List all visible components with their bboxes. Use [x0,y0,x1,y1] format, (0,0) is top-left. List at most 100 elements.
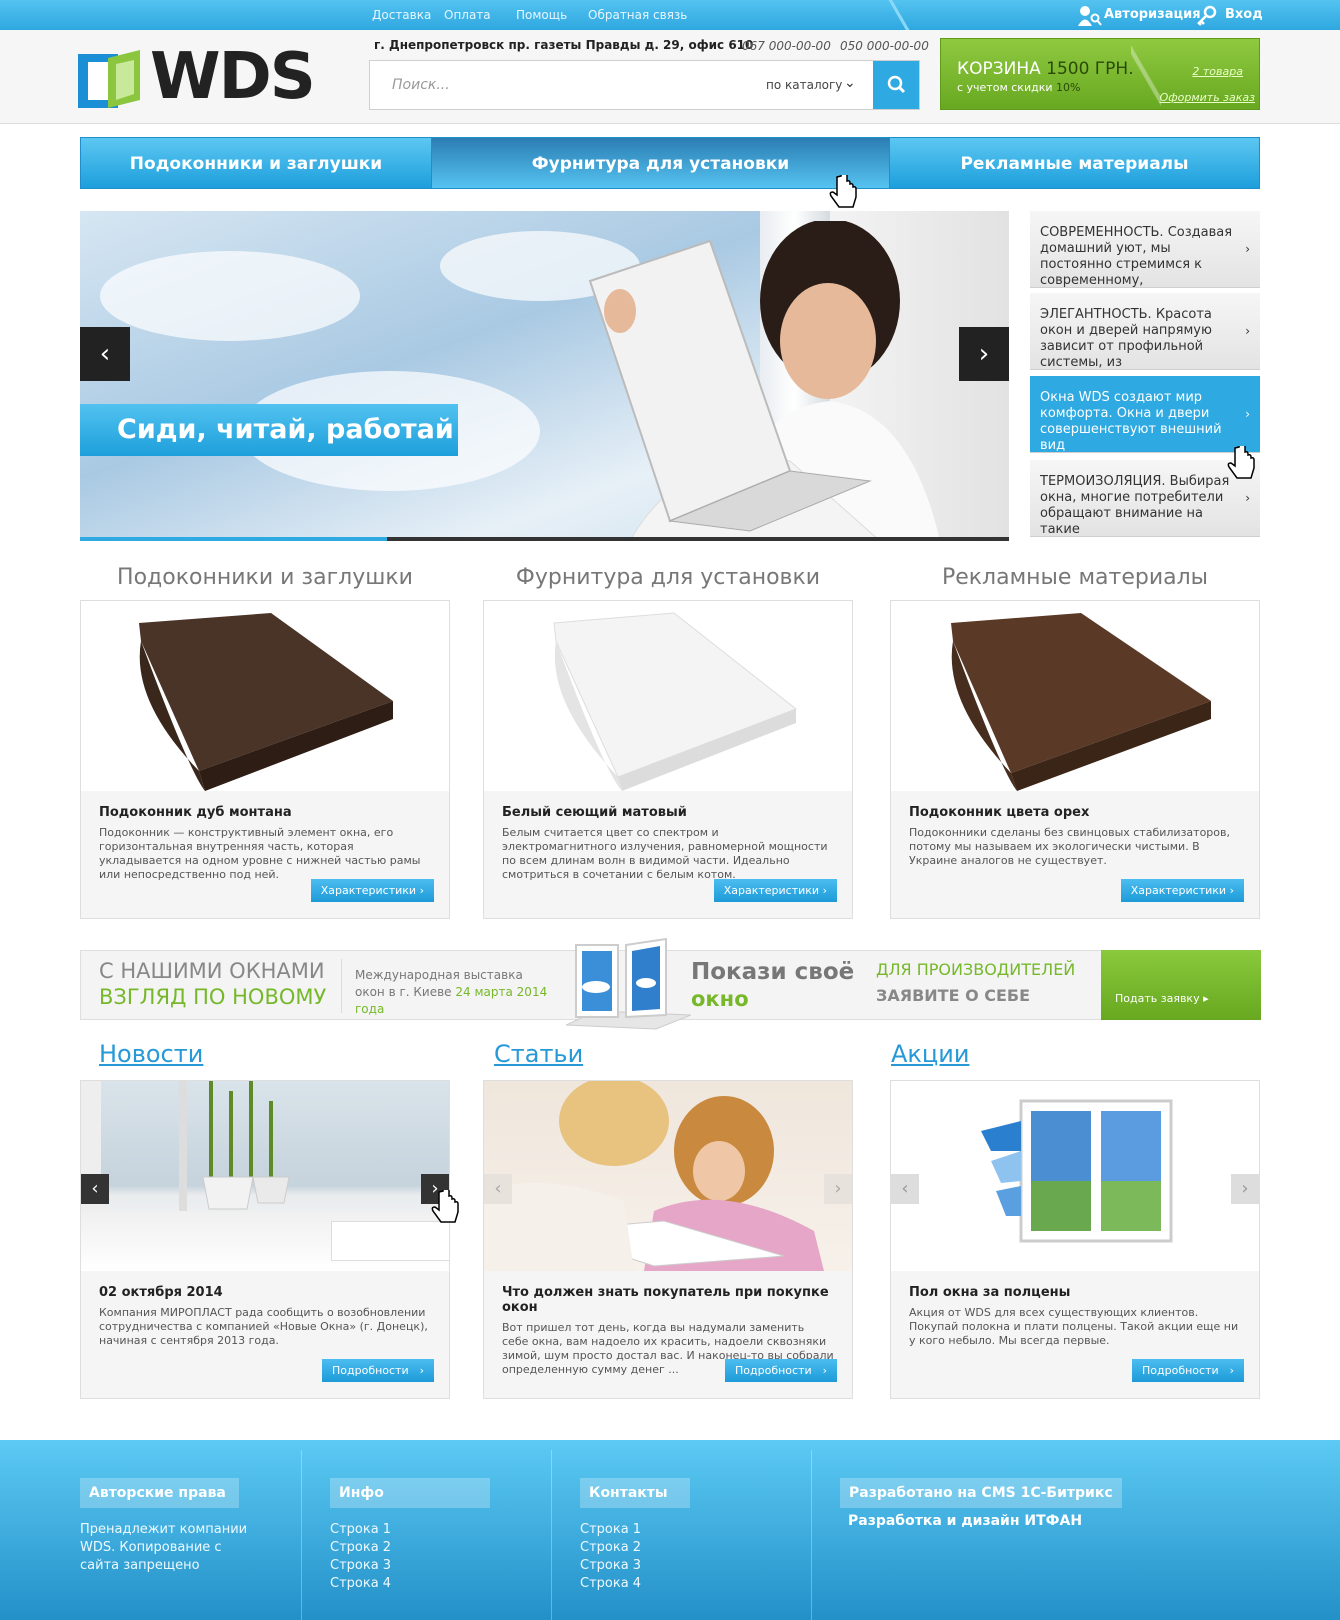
apply-button-label: Подать заявку [1115,992,1200,1005]
product-image[interactable] [484,601,852,791]
footer-info-item[interactable]: Строка 1 [330,1521,391,1539]
product-desc: Белым считается цвет со спектром и элект… [502,826,828,881]
slider-side-item-active[interactable]: Окна WDS создают мир комфорта. Окна и дв… [1030,376,1260,453]
article-title[interactable]: Что должен знать покупатель при покупке … [502,1285,834,1315]
section-title-sills: Подоконники и заглушки [117,565,413,590]
hand-cursor-icon [828,172,860,215]
expo-text: Международная выставка окон в г. Киеве 2… [355,967,555,1018]
product-name[interactable]: Подоконник дуб монтана [99,805,431,820]
news-prev-button[interactable]: ‹ [81,1174,109,1204]
login-link[interactable]: Вход [1225,7,1263,22]
specs-button[interactable]: Характеристики › [310,879,434,902]
footer-dev-title[interactable]: Разработано на CMS 1С-Битрикс [840,1478,1122,1508]
article-card: ‹ › Что должен знать покупатель при поку… [483,1080,853,1399]
product-desc: Подоконник — конструктивный элемент окна… [99,826,421,881]
logo-text[interactable]: WDS [150,42,316,112]
article-next-button[interactable]: › [824,1174,852,1204]
search-button[interactable] [873,61,919,109]
chevron-down-icon[interactable]: ⌄ [844,75,856,91]
auth-link[interactable]: Авторизация [1104,7,1201,22]
slider-next-button[interactable]: › [959,327,1009,381]
promo-title[interactable]: Пол окна за полцены [909,1285,1241,1300]
details-button[interactable]: Подробности › [1132,1359,1244,1382]
divider [341,959,342,1013]
details-button-label: Подробности [1142,1364,1219,1377]
chevron-right-icon: › [822,1364,827,1377]
chevron-right-icon: › [1245,324,1250,338]
reading-image [484,1081,824,1271]
banner-line-1: С НАШИМИ ОКНАМИ [99,959,325,983]
product-name[interactable]: Белый сеющий матовый [502,805,834,820]
footer-divider [301,1450,302,1620]
side-item-text: ТЕРМОИЗОЛЯЦИЯ. Выбирая окна, многие потр… [1040,474,1230,537]
triangle-right-icon: ▸ [1203,992,1209,1005]
footer-dev-text[interactable]: Разработка и дизайн ИТФАН [848,1513,1082,1529]
specs-button[interactable]: Характеристики › [1120,879,1244,902]
window-icon [566,937,691,1030]
search-scope-select[interactable]: по каталогу [766,78,842,92]
cart-items-link[interactable]: 2 товара [1192,65,1243,78]
footer-contact-item[interactable]: Строка 1 [580,1521,641,1539]
news-title[interactable]: 02 октября 2014 [99,1285,431,1300]
news-text: Компания МИРОПЛАСТ рада сообщить о возоб… [99,1306,428,1347]
specs-button[interactable]: Характеристики › [713,879,837,902]
details-button[interactable]: Подробности › [725,1359,837,1382]
chevron-right-icon: › [1245,407,1250,421]
cart-discount: с учетом скидки 10% [957,81,1080,94]
specs-button-label: Характеристики [320,884,417,897]
footer-info-title: Инфо [330,1478,490,1508]
slider-side-item[interactable]: ЭЛЕГАНТНОСТЬ. Красота окон и дверей напр… [1030,293,1260,370]
footer-info-list: Строка 1 Строка 2 Строка 3 Строка 4 [330,1521,391,1593]
product-image[interactable] [81,601,449,791]
footer-info-item[interactable]: Строка 4 [330,1575,391,1593]
news-section-title[interactable]: Новости [99,1040,203,1068]
slider-prev-button[interactable]: ‹ [80,327,130,381]
slider-side-item[interactable]: СОВРЕМЕННОСТЬ. Создавая домашний уют, мы… [1030,211,1260,288]
apply-button[interactable]: Подать заявку ▸ [1101,950,1261,1020]
cart-widget[interactable]: КОРЗИНА 1500 ГРН. с учетом скидки 10% 2 … [940,38,1260,111]
side-item-text: ЭЛЕГАНТНОСТЬ. Красота окон и дверей напр… [1040,307,1212,370]
tab-sills[interactable]: Подоконники и заглушки [80,137,432,189]
specs-button-label: Характеристики [723,884,820,897]
footer-contacts-list: Строка 1 Строка 2 Строка 3 Строка 4 [580,1521,641,1593]
chevron-right-icon: › [419,1364,424,1377]
chevron-right-icon: › [978,339,990,369]
search-input[interactable]: Поиск... [392,77,450,93]
promo-section-title[interactable]: Акции [891,1040,969,1068]
nav-link-help[interactable]: Помощь [516,8,567,22]
footer-info-item[interactable]: Строка 3 [330,1557,391,1575]
checkout-link[interactable]: Оформить заказ [1160,91,1255,104]
product-image[interactable] [891,601,1259,791]
promo-card: ‹ › Пол окна за полцены Акция от WDS для… [890,1080,1260,1399]
article-image[interactable]: ‹ › [484,1081,852,1271]
address-text: г. Днепропетровск пр. газеты Правды д. 2… [374,38,754,52]
chevron-right-icon: › [1245,491,1250,505]
product-card: Подоконник цвета орех Подоконники сделан… [890,600,1260,919]
search-icon [887,75,906,94]
promo-next-button[interactable]: › [1231,1174,1259,1204]
nav-link-delivery[interactable]: Доставка [372,8,431,22]
footer-contact-item[interactable]: Строка 2 [580,1539,641,1557]
section-title-advertising: Рекламные материалы [941,565,1209,590]
top-bar: Доставка Оплата Помощь Обратная связь Ав… [0,0,1340,30]
footer-contact-item[interactable]: Строка 3 [580,1557,641,1575]
promo-prev-button[interactable]: ‹ [891,1174,919,1204]
details-button[interactable]: Подробности › [322,1359,434,1382]
product-desc: Подоконники сделаны без свинцовых стабил… [909,826,1230,867]
article-prev-button[interactable]: ‹ [484,1174,512,1204]
footer-divider [551,1450,552,1620]
product-name[interactable]: Подоконник цвета орех [909,805,1241,820]
logo-mark-icon[interactable] [78,50,140,108]
footer-info-item[interactable]: Строка 2 [330,1539,391,1557]
footer-contact-item[interactable]: Строка 4 [580,1575,641,1593]
details-button-label: Подробности [332,1364,409,1377]
tab-fittings[interactable]: Фурнитура для установки [431,137,890,189]
news-image[interactable]: ‹ › [81,1081,449,1271]
promo-image[interactable]: ‹ › [891,1081,1259,1271]
articles-section-title[interactable]: Статьи [494,1040,583,1068]
nav-link-feedback[interactable]: Обратная связь [588,8,687,22]
tab-advertising[interactable]: Рекламные материалы [889,137,1260,189]
cart-total: КОРЗИНА 1500 ГРН. [957,59,1134,79]
banner-line-2: ВЗГЛЯД ПО НОВОМУ [99,985,327,1009]
nav-link-payment[interactable]: Оплата [444,8,491,22]
